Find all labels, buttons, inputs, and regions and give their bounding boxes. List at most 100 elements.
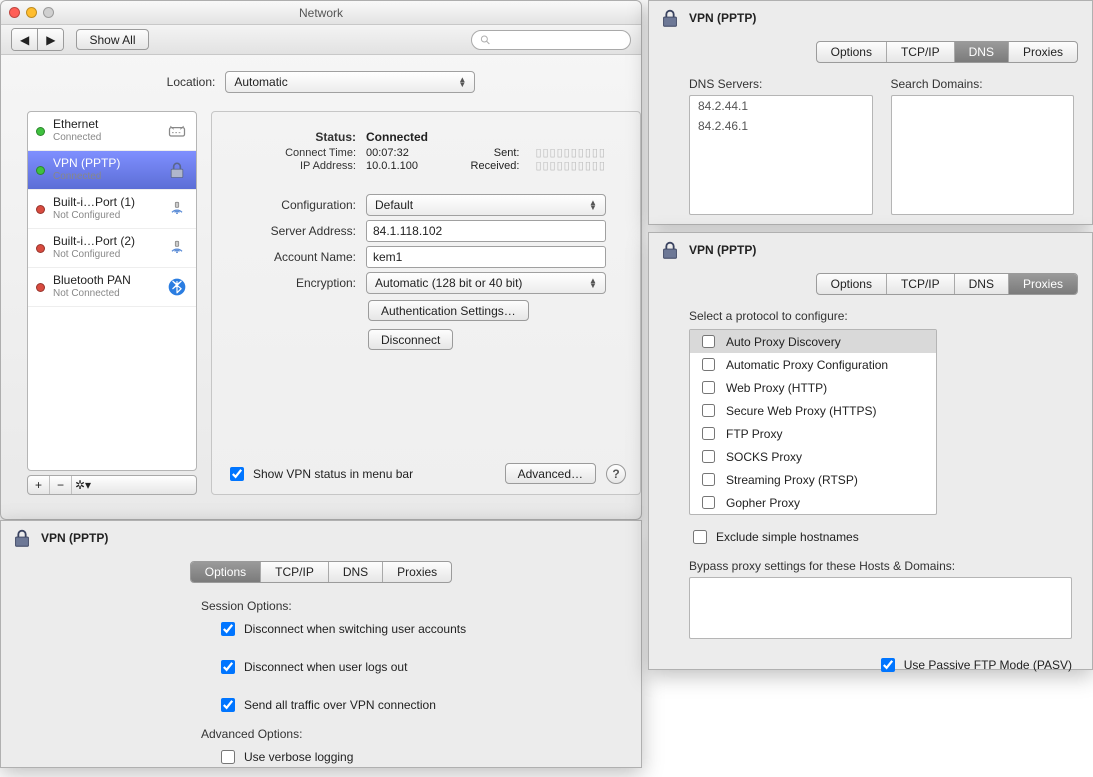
protocol-row[interactable]: FTP Proxy: [690, 422, 936, 445]
sidebar-item-service[interactable]: VPN (PPTP) Connected: [28, 151, 196, 190]
help-button[interactable]: ?: [606, 464, 626, 484]
exclude-hostnames-checkbox[interactable]: Exclude simple hostnames: [689, 527, 1072, 547]
opt-disconnect-logout[interactable]: Disconnect when user logs out: [217, 657, 611, 677]
protocol-checkbox[interactable]: [702, 335, 715, 348]
opt-disconnect-switch-user[interactable]: Disconnect when switching user accounts: [217, 619, 611, 639]
passive-ftp-checkbox[interactable]: Use Passive FTP Mode (PASV): [877, 655, 1072, 675]
forward-button[interactable]: ▶: [38, 29, 63, 50]
location-popup[interactable]: Automatic ▲▼: [225, 71, 475, 93]
sent-label: Sent:: [494, 147, 520, 159]
lock-icon: [166, 159, 188, 181]
tab-options[interactable]: Options: [817, 42, 887, 62]
advanced-button[interactable]: Advanced…: [505, 463, 596, 484]
service-status: Not Configured: [53, 209, 135, 222]
show-status-input[interactable]: [230, 467, 244, 481]
protocol-checkbox[interactable]: [702, 358, 715, 371]
tab-proxies[interactable]: Proxies: [1009, 42, 1077, 62]
tabs: Options TCP/IP DNS Proxies: [190, 561, 452, 583]
status-dot-icon: [36, 127, 45, 136]
search-domains-label: Search Domains:: [891, 77, 1075, 91]
protocol-row[interactable]: Secure Web Proxy (HTTPS): [690, 399, 936, 422]
status-dot-icon: [36, 166, 45, 175]
opt-verbose-logging[interactable]: Use verbose logging: [217, 747, 611, 767]
show-all-button[interactable]: Show All: [76, 29, 148, 50]
protocol-label: Streaming Proxy (RTSP): [726, 473, 858, 487]
search-field[interactable]: [471, 30, 631, 50]
protocol-checkbox[interactable]: [702, 381, 715, 394]
modem-icon: [166, 198, 188, 220]
status-label: Status:: [228, 130, 356, 144]
auth-settings-button[interactable]: Authentication Settings…: [368, 300, 529, 321]
sidebar-item-service[interactable]: Bluetooth PAN Not Connected: [28, 268, 196, 307]
sent-meter: ▯▯▯▯▯▯▯▯▯▯: [535, 146, 606, 159]
protocol-label: Secure Web Proxy (HTTPS): [726, 404, 876, 418]
traffic-lights[interactable]: [9, 7, 54, 18]
tab-proxies[interactable]: Proxies: [383, 562, 451, 582]
dns-servers-list[interactable]: 84.2.44.184.2.46.1: [689, 95, 873, 215]
ip-value: 10.0.1.100: [366, 160, 446, 172]
opt-send-all-traffic[interactable]: Send all traffic over VPN connection: [217, 695, 611, 715]
lock-icon: [659, 239, 681, 261]
protocol-checkbox[interactable]: [702, 427, 715, 440]
sheet-title: VPN (PPTP): [689, 243, 756, 257]
disconnect-button[interactable]: Disconnect: [368, 329, 453, 350]
protocol-checkbox[interactable]: [702, 404, 715, 417]
back-button[interactable]: ◀: [12, 29, 38, 50]
select-protocol-label: Select a protocol to configure:: [689, 309, 1072, 323]
protocol-row[interactable]: Gopher Proxy: [690, 491, 936, 514]
tab-proxies[interactable]: Proxies: [1009, 274, 1077, 294]
dns-server-row[interactable]: 84.2.44.1: [690, 96, 872, 116]
tab-tcpip[interactable]: TCP/IP: [887, 274, 955, 294]
sidebar-item-service[interactable]: Built-i…Port (2) Not Configured: [28, 229, 196, 268]
protocol-checkbox[interactable]: [702, 496, 715, 509]
zoom-icon[interactable]: [43, 7, 54, 18]
protocol-row[interactable]: Streaming Proxy (RTSP): [690, 468, 936, 491]
show-status-checkbox[interactable]: Show VPN status in menu bar: [226, 464, 413, 484]
tab-tcpip[interactable]: TCP/IP: [261, 562, 329, 582]
protocol-row[interactable]: SOCKS Proxy: [690, 445, 936, 468]
service-actions: + − ✲▾: [27, 475, 197, 495]
server-address-input[interactable]: [366, 220, 606, 242]
search-input[interactable]: [495, 32, 622, 48]
tab-options[interactable]: Options: [191, 562, 261, 582]
protocol-row[interactable]: Auto Proxy Discovery: [690, 330, 936, 353]
encryption-label: Encryption:: [228, 276, 356, 290]
close-icon[interactable]: [9, 7, 20, 18]
protocol-label: Automatic Proxy Configuration: [726, 358, 888, 372]
titlebar[interactable]: Network: [1, 1, 641, 25]
tab-options[interactable]: Options: [817, 274, 887, 294]
tab-dns[interactable]: DNS: [955, 274, 1009, 294]
config-value: Default: [375, 198, 413, 212]
service-name: Ethernet: [53, 118, 101, 131]
show-status-label: Show VPN status in menu bar: [253, 467, 413, 481]
protocol-checkbox[interactable]: [702, 450, 715, 463]
search-domains-list[interactable]: [891, 95, 1075, 215]
service-name: Built-i…Port (1): [53, 196, 135, 209]
minimize-icon[interactable]: [26, 7, 37, 18]
service-list[interactable]: Ethernet Connected VPN (PPTP) Connected …: [27, 111, 197, 471]
account-name-input[interactable]: [366, 246, 606, 268]
add-service-button[interactable]: +: [28, 476, 50, 494]
tabs: Options TCP/IP DNS Proxies: [816, 273, 1078, 295]
tab-tcpip[interactable]: TCP/IP: [887, 42, 955, 62]
protocol-row[interactable]: Web Proxy (HTTP): [690, 376, 936, 399]
protocol-checkbox[interactable]: [702, 473, 715, 486]
service-status: Not Configured: [53, 248, 135, 261]
chevron-updown-icon: ▲▼: [456, 77, 468, 87]
sidebar-item-service[interactable]: Built-i…Port (1) Not Configured: [28, 190, 196, 229]
remove-service-button[interactable]: −: [50, 476, 72, 494]
dns-server-row[interactable]: 84.2.46.1: [690, 116, 872, 136]
bypass-textarea[interactable]: [689, 577, 1072, 639]
connect-time-label: Connect Time:: [228, 147, 356, 159]
service-name: Built-i…Port (2): [53, 235, 135, 248]
service-name: Bluetooth PAN: [53, 274, 131, 287]
config-popup[interactable]: Default ▲▼: [366, 194, 606, 216]
service-gear-button[interactable]: ✲▾: [72, 476, 94, 494]
protocol-list[interactable]: Auto Proxy Discovery Automatic Proxy Conf…: [689, 329, 937, 515]
tab-dns[interactable]: DNS: [955, 42, 1009, 62]
protocol-row[interactable]: Automatic Proxy Configuration: [690, 353, 936, 376]
tab-dns[interactable]: DNS: [329, 562, 383, 582]
sidebar-item-service[interactable]: Ethernet Connected: [28, 112, 196, 151]
server-label: Server Address:: [228, 224, 356, 238]
encryption-popup[interactable]: Automatic (128 bit or 40 bit) ▲▼: [366, 272, 606, 294]
